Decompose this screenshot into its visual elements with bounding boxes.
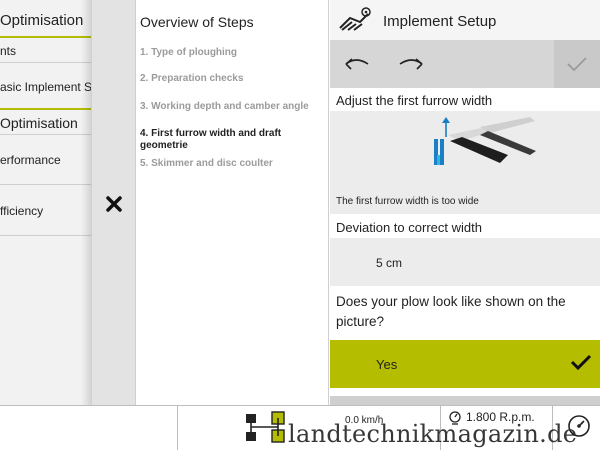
menu-item-settings[interactable]: nts <box>0 44 91 58</box>
steps-title: Overview of Steps <box>140 14 254 30</box>
plough-furrow-illustration <box>434 117 536 165</box>
close-button[interactable] <box>102 190 126 218</box>
confirmation-question: Does your plow look like shown on the pi… <box>336 294 566 329</box>
status-bar: 0.0 km/h 1.800 R.p.m. landtechnikmagazin… <box>0 405 600 450</box>
implement-setup-panel: Implement Setup Adjust the first furrow … <box>330 0 600 405</box>
close-column <box>92 0 136 405</box>
check-icon <box>567 57 587 72</box>
menu-divider <box>0 184 91 185</box>
deviation-value: 5 cm <box>376 256 403 270</box>
menu-divider <box>0 62 91 63</box>
yes-label: Yes <box>376 357 398 372</box>
confirm-button[interactable] <box>554 40 600 88</box>
menu-item-efficiency[interactable]: fficiency <box>0 204 91 218</box>
tractor-icon[interactable] <box>240 410 290 446</box>
plough-settings-icon <box>339 7 371 31</box>
step-item-1[interactable]: 1. Type of ploughing <box>140 47 326 59</box>
yes-button[interactable]: Yes <box>330 340 600 388</box>
menu-heading-optimisation: Optimisation <box>0 12 84 29</box>
step-item-5[interactable]: 5. Skimmer and disc coulter <box>140 158 326 170</box>
step-item-4-active[interactable]: 4. First furrow width and draft geometri… <box>140 128 326 152</box>
arrow-left-icon <box>345 58 369 70</box>
step-item-3[interactable]: 3. Working depth and camber angle <box>140 101 326 113</box>
panel-header: Implement Setup <box>330 0 600 40</box>
menu-heading-optimisation-2: Optimisation <box>0 115 78 131</box>
step-navigation-bar <box>330 40 600 88</box>
steps-overview-panel: Overview of Steps 1. Type of ploughing 2… <box>136 0 329 405</box>
close-icon <box>106 196 122 212</box>
menu-divider <box>0 134 91 135</box>
check-icon <box>570 354 592 371</box>
arrow-right-icon <box>399 58 423 70</box>
forward-button[interactable] <box>396 50 426 78</box>
watermark-text: landtechnikmagazin.de <box>288 420 578 448</box>
image-caption: The first furrow width is too wide <box>336 196 479 207</box>
step-item-2[interactable]: 2. Preparation checks <box>140 73 326 85</box>
back-button[interactable] <box>342 50 372 78</box>
left-menu: Optimisation nts asic Implement S Optimi… <box>0 0 92 405</box>
section-label-furrow-width: Adjust the first furrow width <box>336 93 493 108</box>
panel-bottom-strip <box>330 396 600 405</box>
deviation-value-field: 5 cm <box>330 238 600 286</box>
panel-title: Implement Setup <box>383 13 497 30</box>
menu-accent-line <box>0 36 91 38</box>
menu-accent-line <box>0 108 91 110</box>
status-divider <box>177 406 178 450</box>
menu-item-performance[interactable]: erformance <box>0 153 91 167</box>
panel-shadow <box>81 0 91 405</box>
menu-item-basic-implement-setup[interactable]: asic Implement S <box>0 80 91 94</box>
menu-divider <box>0 235 91 236</box>
section-label-deviation: Deviation to correct width <box>336 220 482 235</box>
